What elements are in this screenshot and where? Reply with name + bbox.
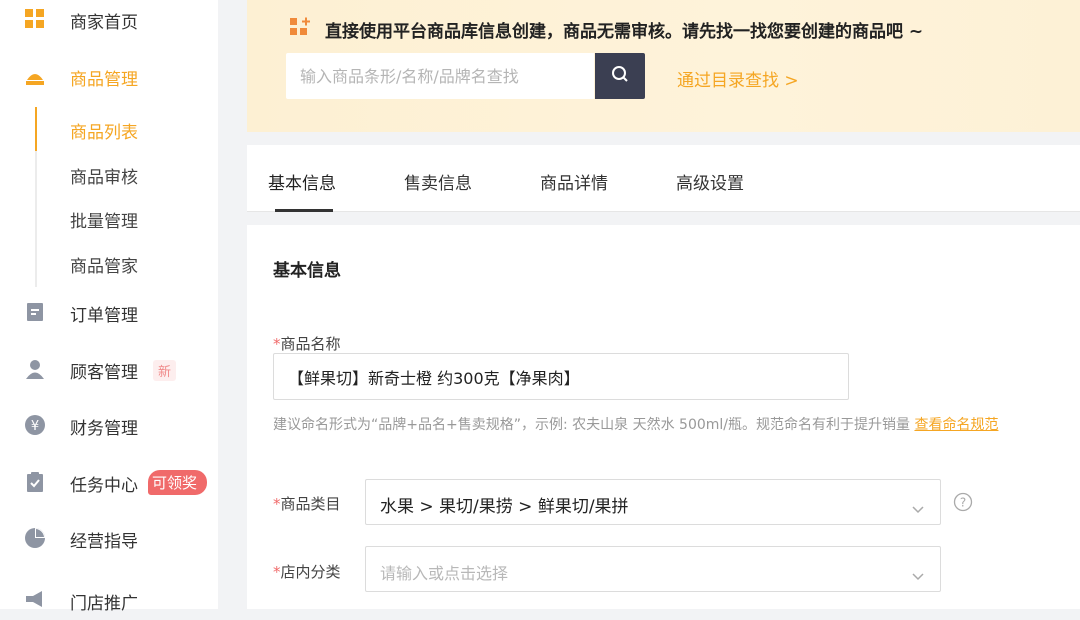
required-mark: * (273, 563, 281, 581)
tab-product-details[interactable]: 商品详情 (540, 169, 608, 194)
store-category-label: *店内分类 (273, 561, 341, 582)
sidebar-item-label: 门店推广 (70, 594, 138, 614)
sidebar: 商家首页 商品管理 商品列表 商品审核 批量管理 商品管家 订单管理 顾客管理 … (0, 0, 218, 614)
sidebar-item-guidance[interactable]: 经营指导 (0, 518, 218, 558)
product-name-label: *商品名称 (273, 333, 341, 354)
naming-hint: 建议命名形式为“品牌+品名+售卖规格”，示例: 农夫山泉 天然水 500ml/瓶… (273, 413, 1063, 437)
sidebar-item-label: 任务中心 (70, 476, 138, 496)
sidebar-item-label: 经营指导 (70, 532, 138, 552)
sidebar-item-customers[interactable]: 顾客管理 新 (0, 349, 218, 389)
tab-basic-info[interactable]: 基本信息 (268, 169, 336, 194)
product-name-field[interactable] (273, 353, 849, 400)
yen-coin-icon: ¥ (24, 414, 46, 436)
sidebar-item-label: 顾客管理 (70, 363, 138, 383)
section-title: 基本信息 (273, 261, 341, 281)
required-mark: * (273, 335, 281, 353)
clipboard-check-icon (24, 471, 46, 493)
sidebar-item-orders[interactable]: 订单管理 (0, 292, 218, 332)
sidebar-subitem-batch[interactable]: 批量管理 (0, 200, 218, 236)
active-tab-indicator (275, 209, 333, 212)
category-label-text: 商品类目 (280, 495, 341, 513)
sidebar-item-products[interactable]: 商品管理 (0, 56, 218, 96)
new-badge: 新 (153, 360, 177, 381)
sidebar-item-label: 商品管理 (70, 70, 138, 90)
form-tabs: 基本信息 售卖信息 商品详情 高级设置 (247, 145, 1080, 212)
sidebar-item-home[interactable]: 商家首页 (0, 0, 218, 40)
chevron-down-icon (912, 499, 924, 514)
naming-hint-text: 建议命名形式为“品牌+品名+售卖规格”，示例: 农夫山泉 天然水 500ml/瓶… (273, 417, 915, 433)
tab-sales-info[interactable]: 售卖信息 (404, 169, 472, 194)
svg-text:¥: ¥ (31, 419, 39, 434)
sidebar-item-label: 订单管理 (70, 306, 138, 326)
store-category-label-text: 店内分类 (280, 563, 341, 581)
sidebar-subitem-label: 商品管家 (70, 257, 138, 277)
store-category-placeholder: 请输入或点击选择 (380, 564, 509, 583)
order-doc-icon (24, 301, 46, 323)
sidebar-subitem-product-list[interactable]: 商品列表 (0, 111, 218, 147)
sidebar-item-label: 商家首页 (70, 13, 138, 33)
sidebar-subitem-label: 商品列表 (70, 123, 138, 143)
svg-text:?: ? (960, 496, 966, 510)
reward-badge: 可领奖 (148, 470, 208, 495)
tab-advanced-settings[interactable]: 高级设置 (676, 169, 744, 194)
required-mark: * (273, 495, 281, 513)
category-label: *商品类目 (273, 493, 341, 514)
sidebar-subitem-label: 商品审核 (70, 168, 138, 188)
product-box-icon (24, 66, 46, 88)
pie-chart-icon (24, 527, 46, 549)
search-icon (610, 64, 630, 88)
help-icon[interactable]: ? (953, 492, 973, 512)
sidebar-item-tasks[interactable]: 任务中心 可领奖 (0, 462, 218, 502)
megaphone-icon (24, 588, 46, 610)
product-name-label-text: 商品名称 (280, 335, 341, 353)
sidebar-subitem-steward[interactable]: 商品管家 (0, 245, 218, 281)
sidebar-item-finance[interactable]: ¥ 财务管理 (0, 405, 218, 445)
naming-rules-link[interactable]: 查看命名规范 (914, 417, 998, 433)
user-icon (24, 358, 46, 380)
store-category-select[interactable]: 请输入或点击选择 (365, 546, 941, 592)
browse-catalog-link[interactable]: 通过目录查找 > (677, 66, 799, 91)
category-value: 水果 > 果切/果捞 > 鲜果切/果拼 (380, 497, 629, 517)
sidebar-subitem-product-review[interactable]: 商品审核 (0, 156, 218, 192)
banner-message: 直接使用平台商品库信息创建，商品无需审核。请先找一找您要创建的商品吧 ~ (325, 22, 924, 42)
basic-info-panel: 基本信息 *商品名称 建议命名形式为“品牌+品名+售卖规格”，示例: 农夫山泉 … (247, 225, 1080, 609)
chevron-down-icon (912, 566, 924, 581)
apps-plus-icon (289, 16, 311, 38)
sidebar-item-promotion[interactable]: 门店推广 (0, 580, 218, 620)
category-select[interactable]: 水果 > 果切/果捞 > 鲜果切/果拼 (365, 479, 941, 525)
quick-create-banner: 直接使用平台商品库信息创建，商品无需审核。请先找一找您要创建的商品吧 ~ 通过目… (247, 0, 1080, 132)
sidebar-item-label: 财务管理 (70, 419, 138, 439)
dashboard-grid-icon (24, 8, 46, 30)
sidebar-subitem-label: 批量管理 (70, 212, 138, 232)
search-button[interactable] (595, 53, 645, 99)
product-search-input[interactable] (286, 53, 594, 99)
